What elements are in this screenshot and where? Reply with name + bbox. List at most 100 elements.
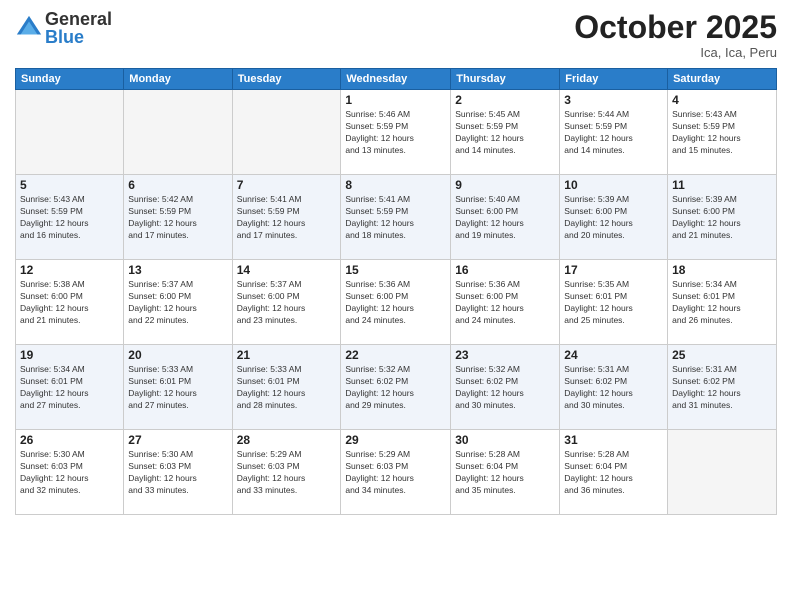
day-number: 13: [128, 263, 227, 277]
day-number: 30: [455, 433, 555, 447]
day-info: Sunrise: 5:33 AM Sunset: 6:01 PM Dayligh…: [237, 364, 337, 412]
calendar-day-cell: 11Sunrise: 5:39 AM Sunset: 6:00 PM Dayli…: [668, 175, 777, 260]
day-info: Sunrise: 5:34 AM Sunset: 6:01 PM Dayligh…: [20, 364, 119, 412]
day-info: Sunrise: 5:37 AM Sunset: 6:00 PM Dayligh…: [128, 279, 227, 327]
day-info: Sunrise: 5:37 AM Sunset: 6:00 PM Dayligh…: [237, 279, 337, 327]
day-info: Sunrise: 5:39 AM Sunset: 6:00 PM Dayligh…: [564, 194, 663, 242]
calendar-day-cell: 24 Sunrise: 5:31 AM Sunset: 6:02 PM Dayli…: [560, 345, 668, 430]
calendar-day-cell: [16, 90, 124, 175]
calendar-day-cell: 4 Sunrise: 5:43 AM Sunset: 5:59 PM Daylig…: [668, 90, 777, 175]
day-info: Sunrise: 5:31 AM Sunset: 6:02 PM Dayligh…: [672, 364, 772, 412]
day-number: 11: [672, 178, 772, 192]
calendar-header-cell: Monday: [124, 69, 232, 90]
logo-icon: [15, 14, 43, 42]
day-number: 15: [345, 263, 446, 277]
calendar-day-cell: 21Sunrise: 5:33 AM Sunset: 6:01 PM Dayli…: [232, 345, 341, 430]
calendar-day-cell: 18 Sunrise: 5:34 AM Sunset: 6:01 PM Dayli…: [668, 260, 777, 345]
day-number: 27: [128, 433, 227, 447]
logo: General Blue: [15, 10, 112, 46]
calendar-day-cell: 26 Sunrise: 5:30 AM Sunset: 6:03 PM Dayli…: [16, 430, 124, 515]
calendar-day-cell: 25 Sunrise: 5:31 AM Sunset: 6:02 PM Dayli…: [668, 345, 777, 430]
calendar-header-cell: Wednesday: [341, 69, 451, 90]
calendar-week-row: 26 Sunrise: 5:30 AM Sunset: 6:03 PM Dayli…: [16, 430, 777, 515]
day-info: Sunrise: 5:34 AM Sunset: 6:01 PM Dayligh…: [672, 279, 772, 327]
day-info: Sunrise: 5:29 AM Sunset: 6:03 PM Dayligh…: [345, 449, 446, 497]
day-number: 25: [672, 348, 772, 362]
day-info: Sunrise: 5:32 AM Sunset: 6:02 PM Dayligh…: [345, 364, 446, 412]
calendar-header-cell: Thursday: [451, 69, 560, 90]
header: General Blue October 2025 Ica, Ica, Peru: [15, 10, 777, 60]
logo-general: General: [45, 10, 112, 28]
day-info: Sunrise: 5:45 AM Sunset: 5:59 PM Dayligh…: [455, 109, 555, 157]
day-info: Sunrise: 5:44 AM Sunset: 5:59 PM Dayligh…: [564, 109, 663, 157]
day-info: Sunrise: 5:29 AM Sunset: 6:03 PM Dayligh…: [237, 449, 337, 497]
calendar-day-cell: 28 Sunrise: 5:29 AM Sunset: 6:03 PM Dayli…: [232, 430, 341, 515]
day-info: Sunrise: 5:30 AM Sunset: 6:03 PM Dayligh…: [128, 449, 227, 497]
calendar-header-cell: Friday: [560, 69, 668, 90]
day-info: Sunrise: 5:32 AM Sunset: 6:02 PM Dayligh…: [455, 364, 555, 412]
day-number: 4: [672, 93, 772, 107]
day-number: 23: [455, 348, 555, 362]
day-info: Sunrise: 5:43 AM Sunset: 5:59 PM Dayligh…: [672, 109, 772, 157]
day-number: 18: [672, 263, 772, 277]
calendar-day-cell: 14Sunrise: 5:37 AM Sunset: 6:00 PM Dayli…: [232, 260, 341, 345]
calendar-day-cell: 17Sunrise: 5:35 AM Sunset: 6:01 PM Dayli…: [560, 260, 668, 345]
calendar-day-cell: 15 Sunrise: 5:36 AM Sunset: 6:00 PM Dayli…: [341, 260, 451, 345]
day-number: 1: [345, 93, 446, 107]
day-info: Sunrise: 5:40 AM Sunset: 6:00 PM Dayligh…: [455, 194, 555, 242]
day-number: 12: [20, 263, 119, 277]
calendar-week-row: 5Sunrise: 5:43 AM Sunset: 5:59 PM Daylig…: [16, 175, 777, 260]
day-number: 31: [564, 433, 663, 447]
page: General Blue October 2025 Ica, Ica, Peru…: [0, 0, 792, 612]
calendar-day-cell: 31 Sunrise: 5:28 AM Sunset: 6:04 PM Dayli…: [560, 430, 668, 515]
calendar-day-cell: 30Sunrise: 5:28 AM Sunset: 6:04 PM Dayli…: [451, 430, 560, 515]
calendar-day-cell: 6 Sunrise: 5:42 AM Sunset: 5:59 PM Daylig…: [124, 175, 232, 260]
day-number: 10: [564, 178, 663, 192]
day-number: 19: [20, 348, 119, 362]
day-info: Sunrise: 5:42 AM Sunset: 5:59 PM Dayligh…: [128, 194, 227, 242]
calendar: SundayMondayTuesdayWednesdayThursdayFrid…: [15, 68, 777, 515]
day-number: 26: [20, 433, 119, 447]
calendar-week-row: 1 Sunrise: 5:46 AM Sunset: 5:59 PM Daylig…: [16, 90, 777, 175]
calendar-day-cell: 20 Sunrise: 5:33 AM Sunset: 6:01 PM Dayli…: [124, 345, 232, 430]
month-title: October 2025: [574, 10, 777, 45]
day-info: Sunrise: 5:36 AM Sunset: 6:00 PM Dayligh…: [455, 279, 555, 327]
location: Ica, Ica, Peru: [574, 45, 777, 60]
day-info: Sunrise: 5:31 AM Sunset: 6:02 PM Dayligh…: [564, 364, 663, 412]
calendar-day-cell: 22 Sunrise: 5:32 AM Sunset: 6:02 PM Dayli…: [341, 345, 451, 430]
calendar-day-cell: 1 Sunrise: 5:46 AM Sunset: 5:59 PM Daylig…: [341, 90, 451, 175]
logo-text: General Blue: [45, 10, 112, 46]
day-number: 6: [128, 178, 227, 192]
calendar-day-cell: 13 Sunrise: 5:37 AM Sunset: 6:00 PM Dayli…: [124, 260, 232, 345]
day-number: 22: [345, 348, 446, 362]
calendar-day-cell: 10 Sunrise: 5:39 AM Sunset: 6:00 PM Dayli…: [560, 175, 668, 260]
day-number: 7: [237, 178, 337, 192]
day-number: 29: [345, 433, 446, 447]
calendar-header-row: SundayMondayTuesdayWednesdayThursdayFrid…: [16, 69, 777, 90]
calendar-day-cell: 2Sunrise: 5:45 AM Sunset: 5:59 PM Daylig…: [451, 90, 560, 175]
day-number: 8: [345, 178, 446, 192]
calendar-day-cell: 7 Sunrise: 5:41 AM Sunset: 5:59 PM Daylig…: [232, 175, 341, 260]
day-info: Sunrise: 5:41 AM Sunset: 5:59 PM Dayligh…: [237, 194, 337, 242]
title-area: October 2025 Ica, Ica, Peru: [574, 10, 777, 60]
day-number: 5: [20, 178, 119, 192]
day-number: 20: [128, 348, 227, 362]
day-number: 24: [564, 348, 663, 362]
calendar-day-cell: 9Sunrise: 5:40 AM Sunset: 6:00 PM Daylig…: [451, 175, 560, 260]
day-info: Sunrise: 5:46 AM Sunset: 5:59 PM Dayligh…: [345, 109, 446, 157]
day-info: Sunrise: 5:30 AM Sunset: 6:03 PM Dayligh…: [20, 449, 119, 497]
day-number: 28: [237, 433, 337, 447]
day-info: Sunrise: 5:33 AM Sunset: 6:01 PM Dayligh…: [128, 364, 227, 412]
calendar-week-row: 12 Sunrise: 5:38 AM Sunset: 6:00 PM Dayli…: [16, 260, 777, 345]
calendar-day-cell: 23 Sunrise: 5:32 AM Sunset: 6:02 PM Dayli…: [451, 345, 560, 430]
day-number: 3: [564, 93, 663, 107]
day-info: Sunrise: 5:28 AM Sunset: 6:04 PM Dayligh…: [564, 449, 663, 497]
day-info: Sunrise: 5:36 AM Sunset: 6:00 PM Dayligh…: [345, 279, 446, 327]
calendar-week-row: 19 Sunrise: 5:34 AM Sunset: 6:01 PM Dayli…: [16, 345, 777, 430]
calendar-header-cell: Sunday: [16, 69, 124, 90]
day-info: Sunrise: 5:41 AM Sunset: 5:59 PM Dayligh…: [345, 194, 446, 242]
day-number: 16: [455, 263, 555, 277]
logo-blue: Blue: [45, 28, 112, 46]
calendar-day-cell: [668, 430, 777, 515]
day-info: Sunrise: 5:38 AM Sunset: 6:00 PM Dayligh…: [20, 279, 119, 327]
